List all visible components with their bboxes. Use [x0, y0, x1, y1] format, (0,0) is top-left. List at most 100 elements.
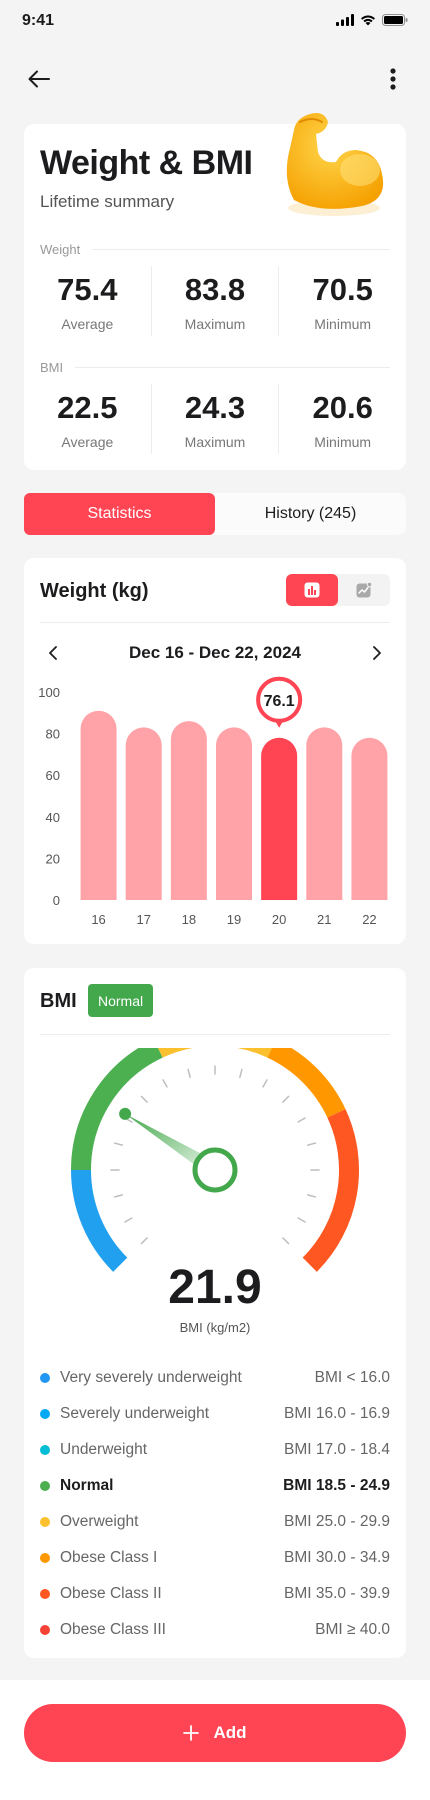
status-time: 9:41 [22, 12, 55, 29]
bmi-legend-row: Very severely underweight BMI < 16.0 [40, 1360, 390, 1396]
bmi-category-name: Normal [60, 1477, 114, 1494]
bmi-section-header: BMI [40, 359, 390, 375]
gauge-hub [192, 1147, 238, 1193]
legend-dot [40, 1589, 50, 1599]
legend-dot [40, 1517, 50, 1527]
gauge-tick [140, 1237, 148, 1245]
line-chart-icon [356, 582, 372, 598]
page-subtitle: Lifetime summary [40, 192, 175, 211]
stat-label: Maximum [184, 434, 246, 450]
flexed-biceps-icon [286, 113, 384, 216]
chevron-right-icon [373, 646, 381, 660]
chart-divider [40, 622, 390, 623]
x-tick-label: 16 [91, 912, 105, 927]
add-button[interactable]: Add [24, 1704, 406, 1762]
bmi-category-name: Obese Class I [60, 1549, 158, 1566]
chart-bar[interactable] [216, 727, 252, 900]
x-tick-label: 22 [362, 912, 376, 927]
stat-value: 75.4 [57, 272, 118, 307]
bottom-bar: Add [0, 1680, 430, 1800]
gauge-obese-i-segment [267, 1048, 346, 1118]
tab-history[interactable]: History (245) [215, 493, 406, 535]
add-button-label: Add [213, 1723, 247, 1742]
wifi-icon [361, 15, 375, 26]
date-range-label: Dec 16 - Dec 22, 2024 [128, 643, 301, 662]
weight-chart-card: Weight (kg) Dec 16 - Dec 22, 2024 0 20 40 6… [24, 558, 406, 944]
status-bar: 9:41 [0, 0, 430, 44]
weight-bar-chart: 0 20 40 60 80 100 16 17 18 19 20 76.1 21 22 [38, 676, 388, 927]
y-tick-label: 80 [46, 727, 60, 742]
gauge-tick [297, 1117, 306, 1123]
bmi-divider [40, 1034, 390, 1035]
y-tick-label: 40 [46, 810, 60, 825]
back-button[interactable] [24, 64, 54, 94]
bmi-legend-row: Severely underweight BMI 16.0 - 16.9 [40, 1396, 390, 1432]
chart-title: Weight (kg) [40, 580, 149, 602]
battery-icon [382, 14, 408, 26]
chart-bar[interactable] [125, 727, 162, 900]
bmi-category-range: BMI < 16.0 [314, 1369, 390, 1386]
legend-dot [40, 1409, 50, 1419]
legend-dot [40, 1445, 50, 1455]
bmi-legend-row: Overweight BMI 25.0 - 29.9 [40, 1504, 390, 1540]
chart-bar[interactable] [80, 710, 117, 900]
tooltip-value: 76.1 [264, 693, 295, 710]
stat-label: Average [61, 434, 114, 450]
top-nav [0, 60, 430, 100]
tab-statistics[interactable]: Statistics [24, 493, 215, 535]
view-tabs: Statistics History (245) [24, 493, 406, 535]
stat-value: 20.6 [312, 390, 373, 425]
gauge-tick [282, 1237, 290, 1245]
bmi-category-range: BMI 17.0 - 18.4 [284, 1441, 390, 1458]
bmi-legend-row: Obese Class I BMI 30.0 - 34.9 [40, 1540, 390, 1576]
gauge-needle-tip [119, 1107, 132, 1120]
stat-value: 83.8 [184, 272, 246, 307]
status-icons [336, 14, 408, 26]
plus-icon [183, 1725, 200, 1741]
x-tick-label: 20 [272, 912, 286, 927]
chart-bar[interactable] [306, 727, 343, 900]
bmi-section-label: BMI [40, 359, 64, 375]
chart-bar[interactable] [170, 721, 207, 900]
chart-bar[interactable] [351, 737, 388, 900]
more-vertical-icon [390, 68, 396, 90]
gauge-overweight-segment [158, 1048, 272, 1058]
bmi-category-range: BMI ≥ 40.0 [315, 1621, 390, 1638]
line-chart-toggle[interactable] [338, 574, 390, 606]
legend-dot [40, 1625, 50, 1635]
weight-section-label: Weight [40, 241, 81, 257]
bmi-maximum: 24.3 Maximum [150, 384, 279, 454]
chart-type-toggle [286, 574, 390, 606]
gauge-obese-ii-iii-segment [302, 1109, 359, 1272]
bmi-category-range: BMI 25.0 - 29.9 [284, 1513, 390, 1530]
y-tick-label: 20 [46, 851, 60, 866]
bmi-legend-row: Obese Class III BMI ≥ 40.0 [40, 1612, 390, 1648]
y-tick-label: 60 [46, 768, 60, 783]
bmi-category-name: Very severely underweight [60, 1369, 242, 1386]
gauge-tick [187, 1068, 191, 1079]
bmi-minimum: 20.6 Minimum [278, 384, 406, 454]
bmi-category-name: Obese Class II [60, 1585, 162, 1602]
y-tick-label: 0 [53, 893, 60, 908]
chart-bar[interactable] [261, 737, 298, 900]
bmi-category-range: BMI 18.5 - 24.9 [283, 1477, 390, 1494]
legend-dot [40, 1553, 50, 1563]
stat-label: Average [61, 316, 114, 332]
stat-label: Minimum [314, 316, 372, 332]
gauge-tick [162, 1079, 168, 1088]
bar-chart-toggle[interactable] [286, 574, 338, 606]
arrow-left-icon [28, 70, 50, 88]
gauge-tick [262, 1079, 268, 1088]
next-week-button[interactable] [364, 640, 390, 666]
bmi-category-name: Overweight [60, 1513, 139, 1530]
gauge-normal-segment [71, 1048, 163, 1171]
weight-average: 75.4 Average [24, 266, 151, 336]
bmi-category-range: BMI 30.0 - 34.9 [284, 1549, 390, 1566]
x-tick-label: 19 [227, 912, 241, 927]
legend-dot [40, 1481, 50, 1491]
more-button[interactable] [378, 64, 408, 94]
stat-value: 70.5 [312, 272, 373, 307]
stat-label: Minimum [314, 434, 372, 450]
bmi-category-name: Underweight [60, 1441, 148, 1458]
stat-label: Maximum [184, 316, 246, 332]
